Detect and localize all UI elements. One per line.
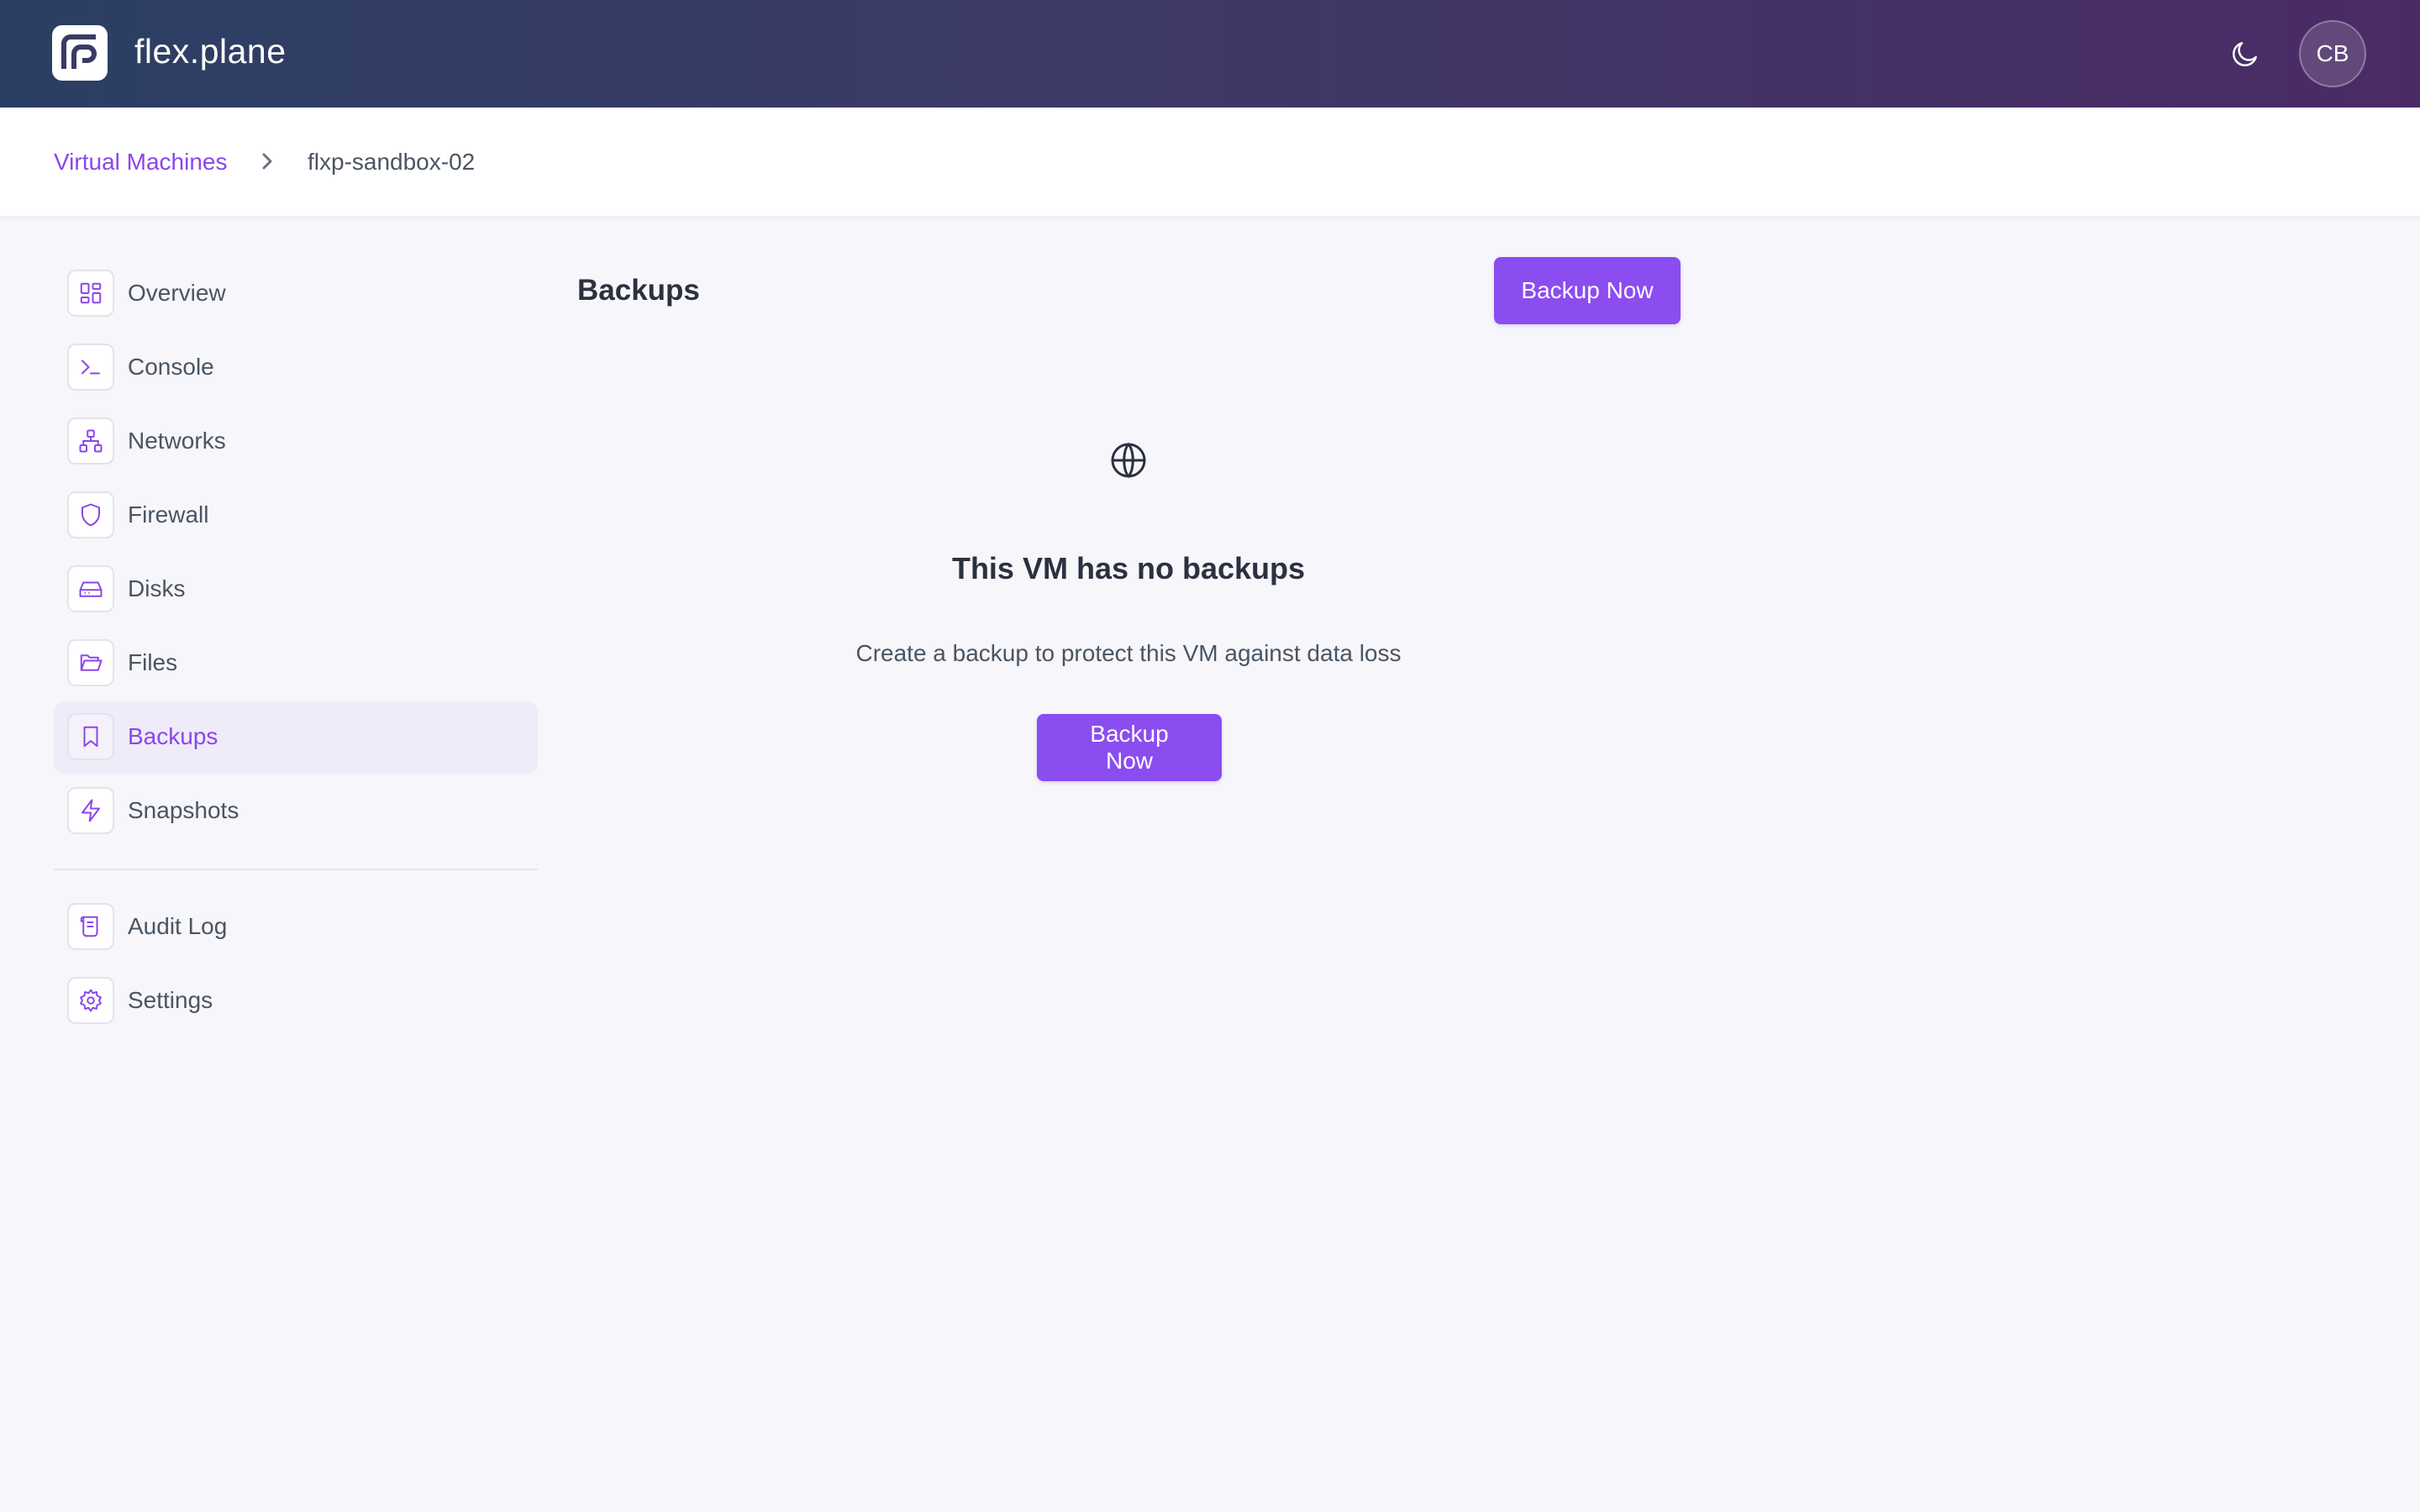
lightning-icon bbox=[67, 787, 114, 834]
sidebar-item-audit-log[interactable]: Audit Log bbox=[54, 891, 538, 963]
sidebar-item-label: Disks bbox=[128, 575, 186, 601]
empty-state-title: This VM has no backups bbox=[951, 551, 1306, 585]
empty-state-description: Create a backup to protect this VM again… bbox=[855, 640, 1402, 666]
sidebar-item-files[interactable]: Files bbox=[54, 627, 538, 700]
shield-icon bbox=[67, 491, 114, 538]
sidebar-item-console[interactable]: Console bbox=[54, 332, 538, 404]
sidebar-item-firewall[interactable]: Firewall bbox=[54, 480, 538, 552]
sidebar-item-label: Console bbox=[128, 354, 214, 380]
sidebar-item-backups[interactable]: Backups bbox=[54, 701, 538, 774]
brand-name: flex.plane bbox=[134, 32, 287, 71]
page-title: Backups bbox=[577, 274, 700, 307]
folder-open-icon bbox=[67, 639, 114, 686]
sidebar-item-label: Firewall bbox=[128, 501, 209, 528]
breadcrumb-current-vm: flxp-sandbox-02 bbox=[308, 149, 476, 175]
sidebar-item-label: Backups bbox=[128, 723, 218, 749]
flexplane-logo-icon[interactable] bbox=[52, 25, 108, 81]
sidebar-item-label: Audit Log bbox=[128, 913, 228, 939]
breadcrumb-virtual-machines-link[interactable]: Virtual Machines bbox=[54, 149, 227, 176]
network-icon bbox=[67, 417, 114, 465]
empty-state-backup-now-button[interactable]: Backup Now bbox=[1037, 714, 1222, 781]
sidebar-item-label: Networks bbox=[128, 428, 226, 454]
terminal-icon bbox=[67, 344, 114, 391]
sidebar-item-label: Settings bbox=[128, 987, 213, 1013]
sidebar-item-label: Snapshots bbox=[128, 797, 239, 823]
sidebar-item-label: Files bbox=[128, 649, 178, 675]
chevron-right-icon bbox=[255, 148, 279, 175]
backup-now-button[interactable]: Backup Now bbox=[1494, 257, 1681, 324]
sidebar-item-settings[interactable]: Settings bbox=[54, 965, 538, 1037]
sidebar-divider bbox=[54, 869, 538, 870]
sidebar-item-snapshots[interactable]: Snapshots bbox=[54, 775, 538, 848]
sidebar-item-disks[interactable]: Disks bbox=[54, 554, 538, 626]
hard-drive-icon bbox=[67, 565, 114, 612]
gear-icon bbox=[67, 977, 114, 1024]
top-header: flex.plane CB bbox=[0, 0, 2420, 108]
sidebar-item-overview[interactable]: Overview bbox=[54, 258, 538, 330]
bookmark-icon bbox=[67, 713, 114, 760]
globe-icon bbox=[1101, 438, 1156, 482]
moon-icon[interactable] bbox=[2225, 34, 2265, 74]
user-avatar[interactable]: CB bbox=[2299, 20, 2366, 87]
sidebar-item-label: Overview bbox=[128, 280, 226, 306]
sidebar-item-networks[interactable]: Networks bbox=[54, 406, 538, 478]
dashboard-grid-icon bbox=[67, 270, 114, 317]
scroll-icon bbox=[67, 903, 114, 950]
